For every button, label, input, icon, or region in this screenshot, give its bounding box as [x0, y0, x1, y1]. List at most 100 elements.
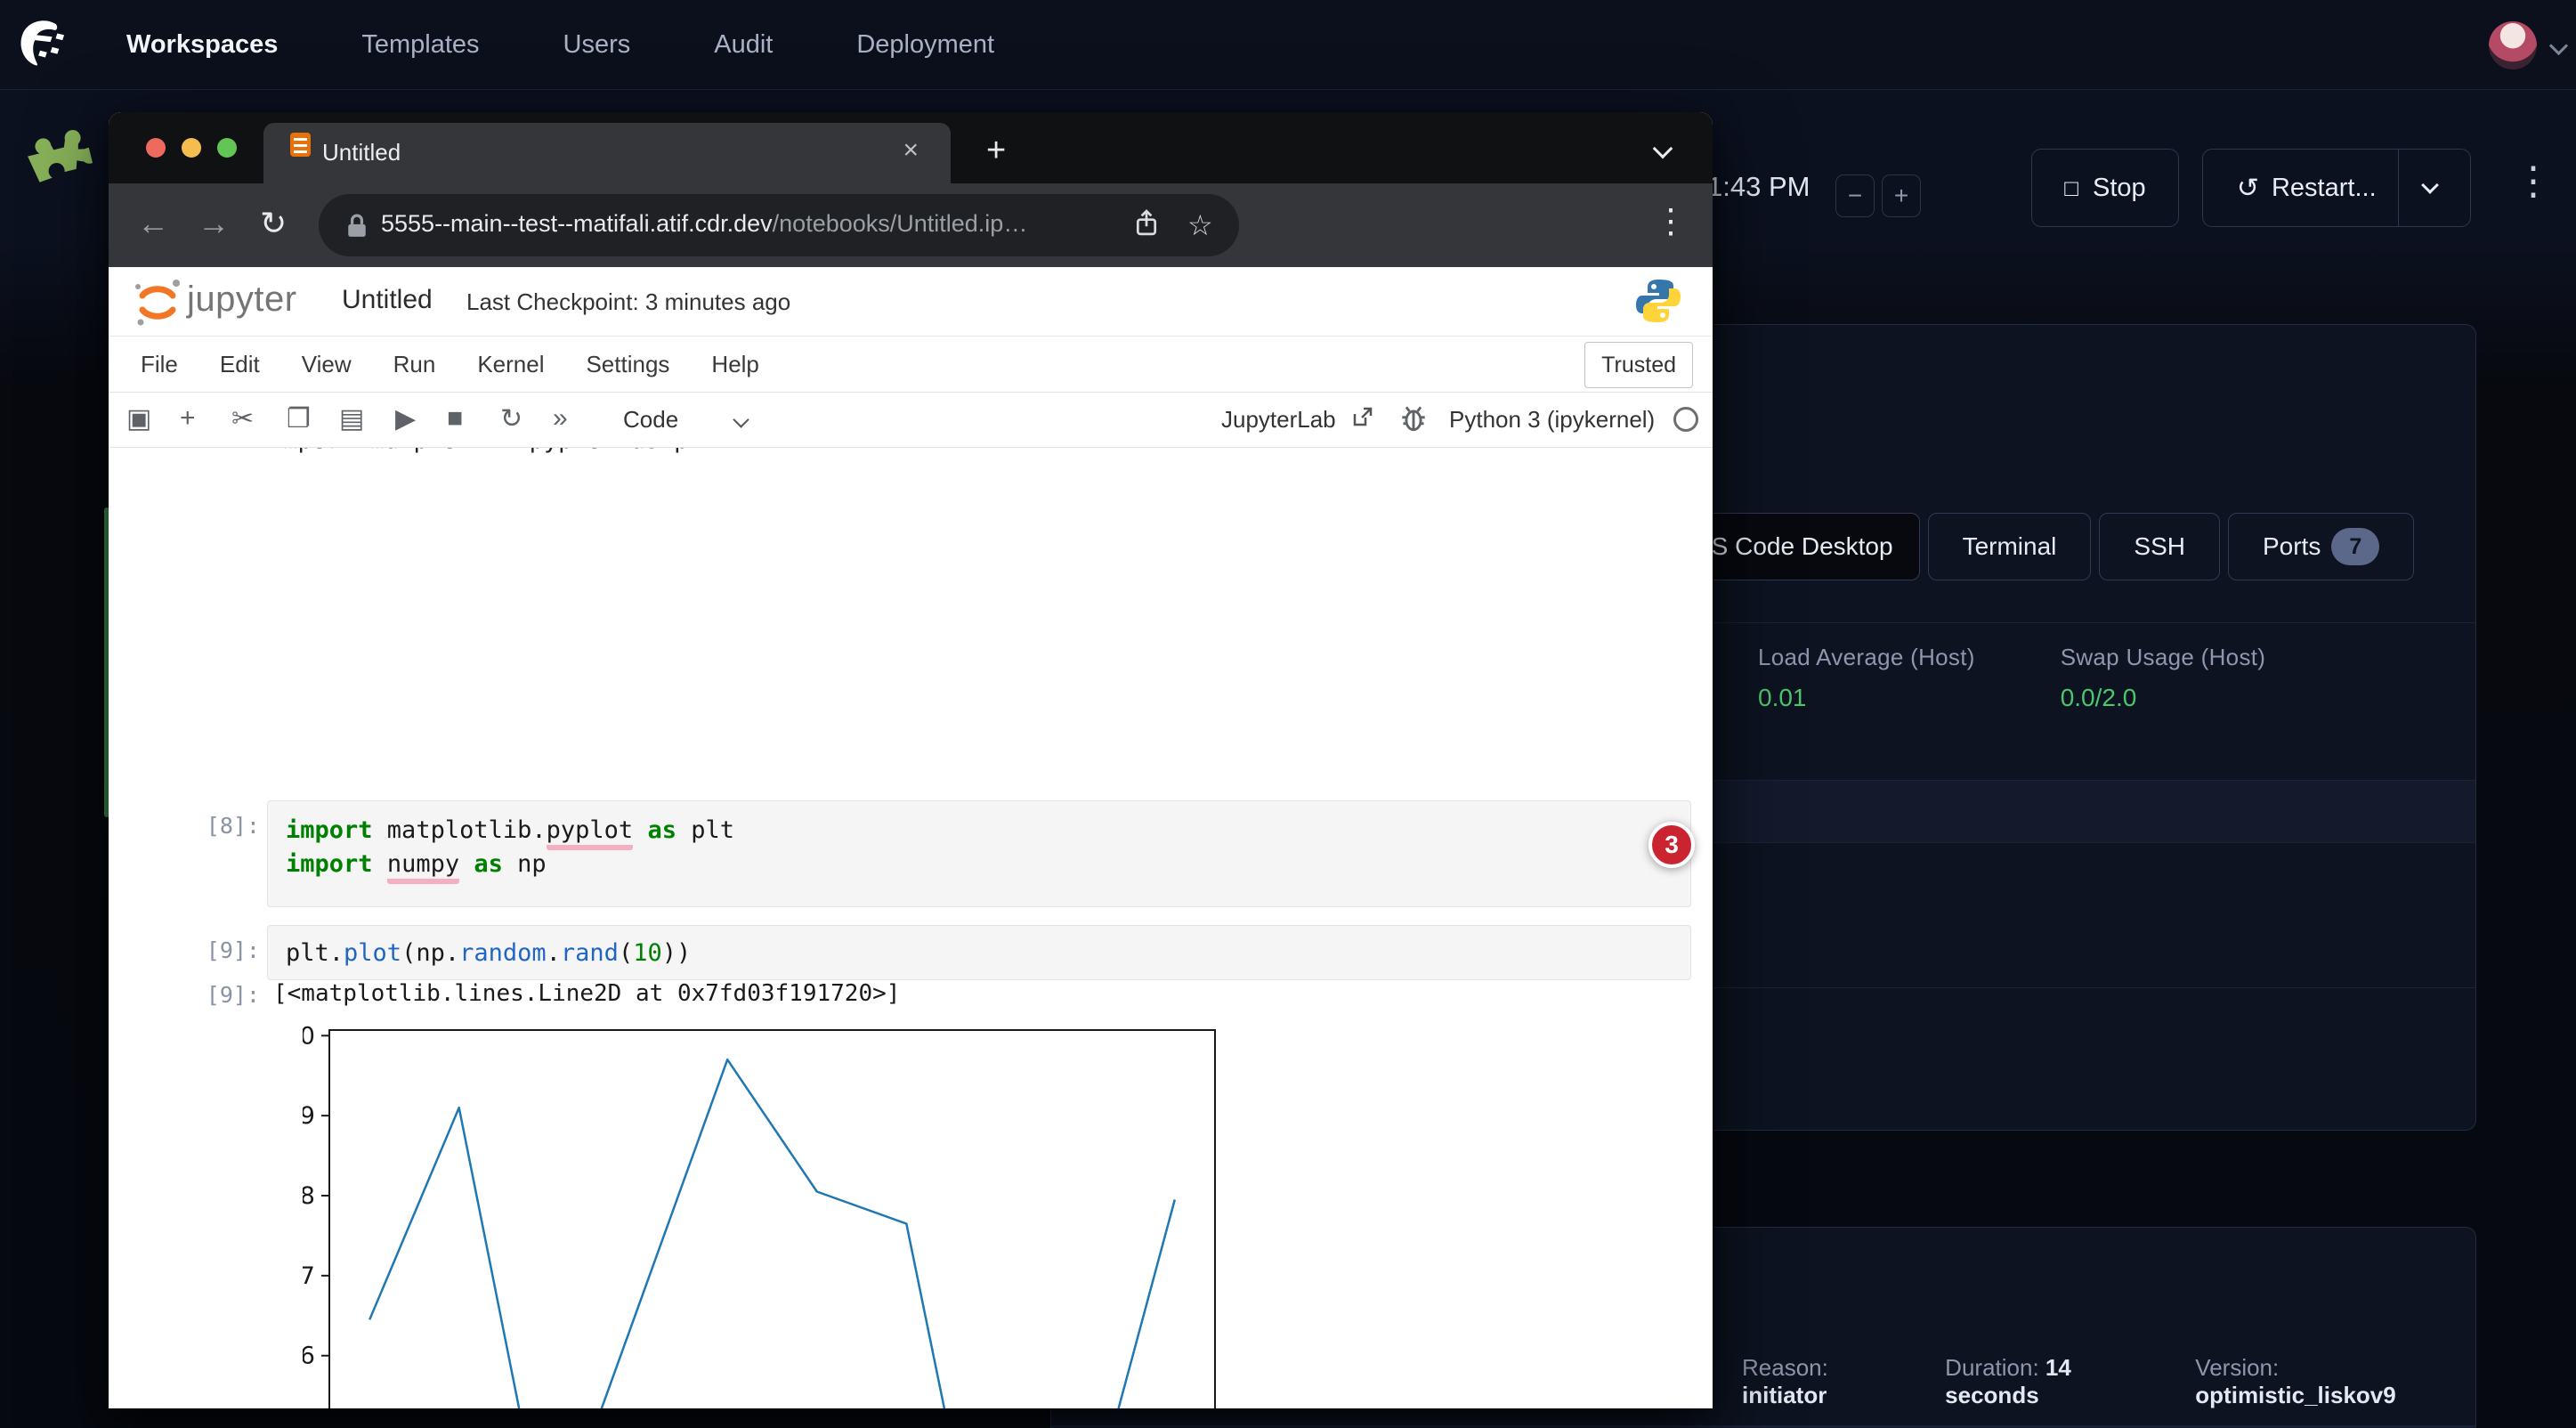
- menu-file[interactable]: File: [141, 351, 178, 378]
- notification-badge[interactable]: 3: [1648, 822, 1695, 868]
- url-text: 5555--main--test--matifali.atif.cdr.dev/…: [381, 210, 1027, 238]
- top-nav-items: Workspaces Templates Users Audit Deployment: [126, 0, 994, 90]
- cell-input-prompt: [9]:: [183, 937, 260, 963]
- workspace-stats: Load Average (Host)0.01 Swap Usage (Host)…: [1758, 644, 2265, 712]
- zoom-out-button[interactable]: −: [1835, 174, 1875, 217]
- menu-edit[interactable]: Edit: [220, 351, 260, 378]
- forward-icon[interactable]: →: [198, 205, 230, 242]
- menu-view[interactable]: View: [302, 351, 352, 378]
- notebook-title[interactable]: Untitled: [342, 285, 433, 315]
- url-path: /notebooks/Untitled.ip…: [773, 210, 1028, 237]
- nav-item-templates[interactable]: Templates: [361, 30, 479, 60]
- jupyter-menubar: File Edit View Run Kernel Settings Help Truste…: [109, 337, 1713, 393]
- clipped-cell-text: import matplotlib.pyplot as plt: [269, 448, 1426, 461]
- workspace-app-tabs: VS Code DesktopTerminalSSHPorts7: [1668, 513, 2414, 580]
- nav-item-workspaces[interactable]: Workspaces: [126, 30, 278, 60]
- menu-settings[interactable]: Settings: [586, 351, 669, 378]
- close-tab-icon[interactable]: ×: [903, 135, 919, 166]
- tab-search-chevron-icon[interactable]: [1653, 139, 1673, 159]
- reload-icon[interactable]: ↻: [260, 205, 287, 242]
- browser-menu-kebab[interactable]: ⋮: [1654, 201, 1688, 241]
- coder-logo[interactable]: [16, 20, 68, 74]
- cell-input-prompt: [8]:: [183, 813, 260, 839]
- share-icon[interactable]: [1134, 208, 1159, 239]
- restart-workspace-button[interactable]: ↺ Restart...: [2202, 149, 2471, 227]
- jupyter-wordmark: jupyter: [187, 280, 297, 320]
- insert-cell-icon[interactable]: +: [180, 403, 196, 434]
- kernel-status-icon: [1673, 407, 1698, 432]
- python-logo: [1633, 276, 1683, 330]
- url-bar[interactable]: 5555--main--test--matifali.atif.cdr.dev/…: [319, 194, 1239, 256]
- lock-icon: [345, 212, 369, 240]
- screen: 1:43 PM − + □ Stop ↺ Restart... ⋮ VS Cod…: [0, 0, 2576, 1428]
- nav-item-audit[interactable]: Audit: [714, 30, 773, 60]
- external-link-icon[interactable]: [1351, 407, 1373, 428]
- run-all-icon[interactable]: »: [553, 403, 563, 434]
- cut-cell-icon[interactable]: ✂: [231, 403, 254, 434]
- jupyter-favicon: [290, 133, 311, 157]
- user-menu-chevron-icon[interactable]: [2549, 37, 2568, 55]
- stop-workspace-button[interactable]: □ Stop: [2031, 149, 2179, 227]
- bookmark-star-icon[interactable]: ☆: [1187, 208, 1213, 242]
- browser-tab[interactable]: Untitled ×: [263, 123, 951, 183]
- stat-block: Load Average (Host)0.01: [1758, 644, 1975, 712]
- jupyter-logo: [132, 276, 183, 332]
- matplotlib-figure: 0.20.30.40.50.60.70.80.91.002468: [303, 1021, 1246, 1408]
- stat-block: Swap Usage (Host)0.0/2.0: [2061, 644, 2266, 712]
- menu-run[interactable]: Run: [393, 351, 436, 378]
- code-cell-input[interactable]: import matplotlib.pyplot as pltimport nu…: [267, 800, 1691, 907]
- restart-options-chevron[interactable]: [2421, 176, 2439, 194]
- new-tab-button[interactable]: +: [986, 132, 1006, 170]
- tab-title: Untitled: [322, 139, 401, 166]
- back-icon[interactable]: ←: [137, 205, 169, 242]
- browser-tabstrip: Untitled × +: [109, 112, 1713, 183]
- workspace-tab-terminal[interactable]: Terminal: [1928, 513, 2092, 580]
- zoom-in-button[interactable]: +: [1882, 174, 1921, 217]
- zoom-window-button[interactable]: [217, 138, 237, 158]
- svg-text:1.0: 1.0: [303, 1022, 315, 1050]
- trusted-button[interactable]: Trusted: [1584, 342, 1693, 388]
- stop-square-icon: □: [2064, 174, 2078, 202]
- build-meta-row: Reason: initiatorDuration: 14 secondsVer…: [1742, 1354, 2475, 1409]
- button-divider: [2398, 150, 2400, 226]
- restart-kernel-icon[interactable]: ↻: [500, 403, 522, 434]
- menu-kernel[interactable]: Kernel: [477, 351, 544, 378]
- interrupt-kernel-icon[interactable]: ■: [447, 403, 463, 434]
- kernel-name[interactable]: Python 3 (ipykernel): [1449, 406, 1655, 434]
- svg-text:0.7: 0.7: [303, 1262, 315, 1290]
- close-window-button[interactable]: [146, 138, 166, 158]
- browser-toolbar: ← → ↻ 5555--main--test--matifali.atif.cd…: [109, 183, 1713, 267]
- paste-cell-icon[interactable]: ▤: [339, 403, 364, 434]
- ports-count-badge: 7: [2331, 528, 2379, 565]
- run-cell-icon[interactable]: ▶: [395, 403, 416, 434]
- workspace-clock: 1:43 PM: [1707, 171, 1810, 203]
- code-line: import matplotlib.pyplot as plt: [286, 814, 1673, 848]
- jupyter-toolbar: ▣ + ✂ ❐ ▤ ▶ ■ ↻ » Code JupyterLab Python…: [109, 393, 1713, 448]
- debugger-bug-icon[interactable]: [1401, 405, 1426, 432]
- notebook-area: import matplotlib.pyplot as plt [8]: imp…: [109, 448, 1713, 1408]
- meta-reason: Reason: initiator: [1742, 1354, 1913, 1409]
- workspace-tab-ports[interactable]: Ports7: [2228, 513, 2414, 580]
- save-icon[interactable]: ▣: [126, 403, 151, 434]
- menu-help[interactable]: Help: [711, 351, 758, 378]
- code-line: import numpy as np: [286, 848, 1673, 881]
- workspace-tab-ssh[interactable]: SSH: [2099, 513, 2220, 580]
- nav-item-deployment[interactable]: Deployment: [856, 30, 994, 60]
- top-navbar: Workspaces Templates Users Audit Deployment: [0, 0, 2576, 90]
- cell-type-select[interactable]: Code: [623, 406, 678, 434]
- browser-window: Untitled × + ← → ↻ 5555--main--test--mat…: [109, 112, 1713, 1408]
- svg-text:0.6: 0.6: [303, 1343, 315, 1370]
- svg-text:0.8: 0.8: [303, 1182, 315, 1210]
- code-cell-input[interactable]: plt.plot(np.random.rand(10)): [267, 925, 1691, 980]
- meta-version: Version: optimistic_liskov9: [2195, 1354, 2475, 1409]
- minimize-window-button[interactable]: [182, 138, 201, 158]
- jupyterlab-link[interactable]: JupyterLab: [1221, 406, 1336, 434]
- cell-type-chevron-icon[interactable]: [733, 411, 749, 427]
- user-avatar[interactable]: [2489, 21, 2537, 69]
- checkpoint-status: Last Checkpoint: 3 minutes ago: [466, 288, 790, 316]
- nav-item-users[interactable]: Users: [563, 30, 631, 60]
- workspace-menu-kebab[interactable]: ⋮: [2514, 158, 2553, 204]
- copy-cell-icon[interactable]: ❐: [287, 403, 311, 434]
- url-host: 5555--main--test--matifali.atif.cdr.dev: [381, 210, 773, 237]
- cell-output-prompt: [9]:: [183, 982, 260, 1008]
